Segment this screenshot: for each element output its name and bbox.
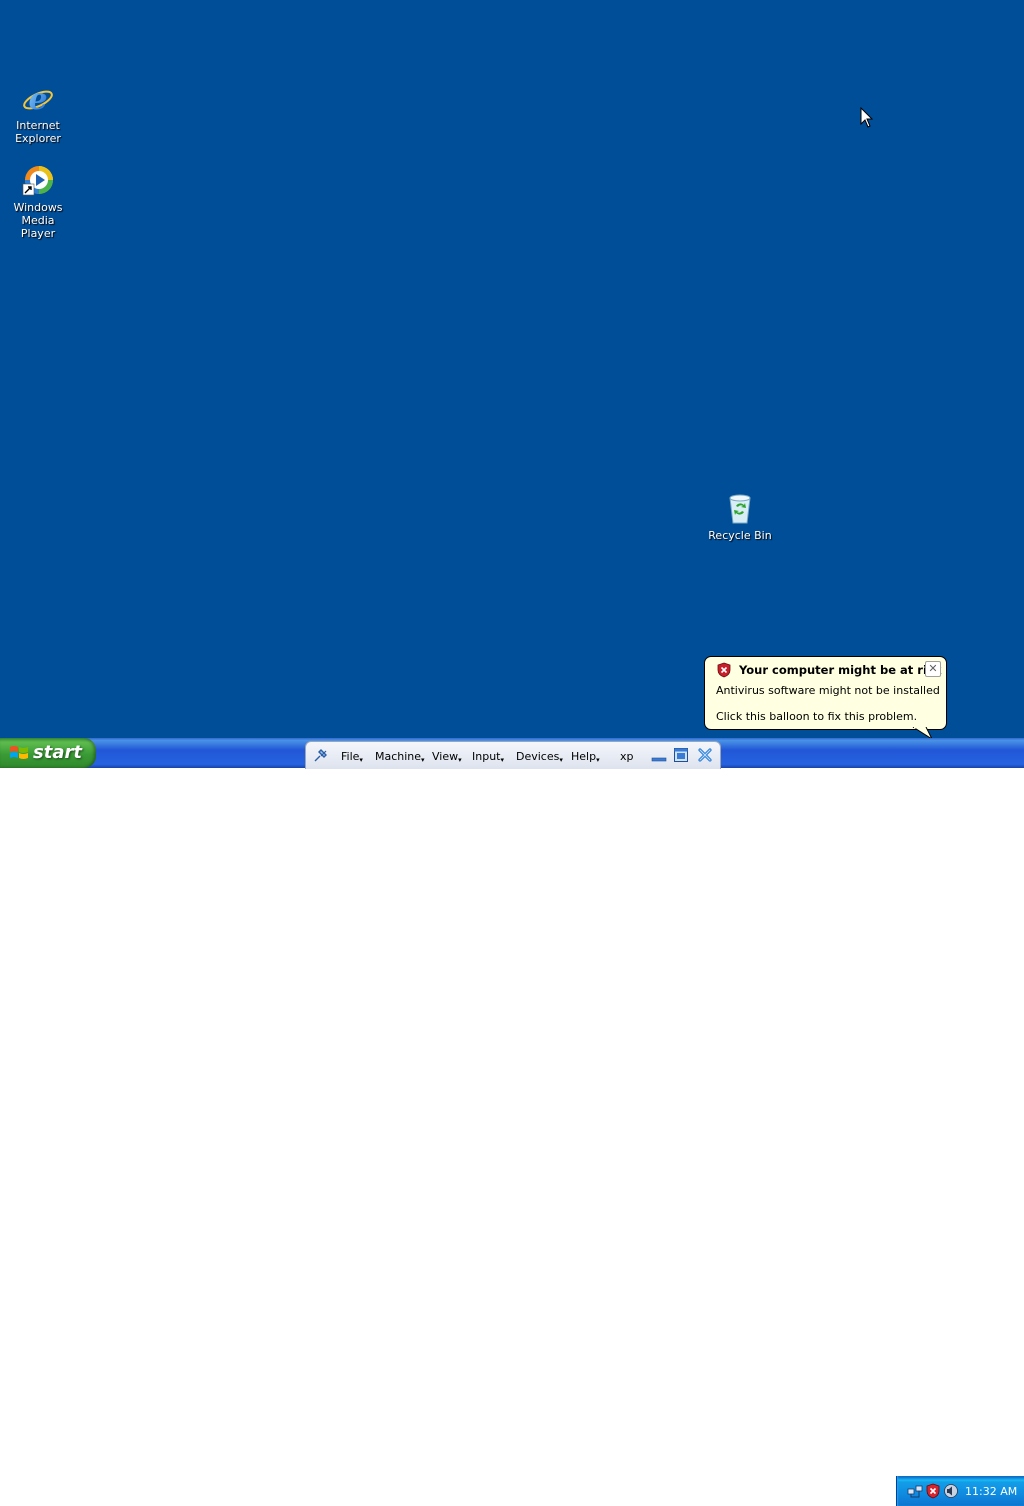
pin-icon[interactable]: [312, 748, 330, 767]
menu-file[interactable]: File▾: [341, 750, 363, 764]
menu-devices[interactable]: Devices▾: [516, 750, 563, 764]
balloon-close-button[interactable]: ✕: [925, 661, 941, 677]
recycle-bin-icon: [723, 492, 757, 526]
menu-label: Help: [571, 750, 597, 763]
desktop-icon-label: Explorer: [15, 132, 61, 145]
menu-view[interactable]: View▾: [432, 750, 462, 764]
desktop-icon-label: Internet: [16, 119, 60, 132]
chevron-down-icon: ▾: [596, 756, 600, 764]
minimize-icon[interactable]: [651, 747, 667, 766]
desktop[interactable]: e Internet Explorer Windows Media Player: [0, 0, 1024, 739]
network-icon[interactable]: [907, 1483, 923, 1503]
menu-label: Devices: [516, 750, 560, 763]
menu-label: Machine: [375, 750, 422, 763]
desktop-icon-label: Windows Media: [13, 201, 63, 227]
balloon-action-text[interactable]: Click this balloon to fix this problem.: [716, 710, 917, 723]
desktop-icon-label: Recycle Bin: [708, 529, 772, 542]
svg-text:e: e: [28, 82, 47, 116]
chevron-down-icon: ▾: [359, 756, 363, 764]
clock[interactable]: 11:32 AM: [965, 1485, 1017, 1498]
desktop-icon-windows-media-player[interactable]: Windows Media Player: [0, 164, 78, 240]
vm-name: xp: [620, 750, 634, 763]
menu-machine[interactable]: Machine▾: [375, 750, 425, 764]
menu-label: Input: [472, 750, 501, 763]
desktop-icon-label: Player: [20, 227, 56, 240]
mouse-cursor-icon: [860, 106, 874, 133]
internet-explorer-icon: e: [21, 82, 55, 117]
security-balloon-notification[interactable]: Your computer might be at risk ✕ Antivir…: [704, 656, 947, 730]
security-alert-icon[interactable]: [925, 1483, 941, 1503]
chevron-down-icon: ▾: [421, 756, 425, 764]
windows-flag-icon: [9, 744, 29, 766]
menu-label: View: [432, 750, 459, 763]
chevron-down-icon: ▾: [500, 756, 504, 764]
virtualbox-mini-toolbar: File▾ Machine▾ View▾ Input▾ Devices▾ Hel…: [305, 741, 721, 769]
menu-input[interactable]: Input▾: [472, 750, 504, 764]
volume-icon[interactable]: [943, 1483, 959, 1503]
start-label: start: [33, 742, 82, 763]
menu-label: File: [341, 750, 360, 763]
close-icon[interactable]: [697, 747, 713, 766]
system-tray: 11:32 AM: [896, 1476, 1024, 1506]
balloon-message: Antivirus software might not be installe…: [716, 684, 940, 697]
security-shield-icon: [716, 662, 732, 681]
desktop-icon-internet-explorer[interactable]: e Internet Explorer: [0, 82, 78, 145]
desktop-icon-recycle-bin[interactable]: Recycle Bin: [700, 492, 780, 542]
windows-media-player-icon: [21, 164, 55, 198]
chevron-down-icon: ▾: [559, 756, 563, 764]
restore-icon[interactable]: [673, 747, 689, 766]
chevron-down-icon: ▾: [458, 756, 462, 764]
menu-help[interactable]: Help▾: [571, 750, 600, 764]
balloon-title: Your computer might be at risk: [739, 663, 942, 677]
start-button[interactable]: start: [0, 738, 96, 768]
